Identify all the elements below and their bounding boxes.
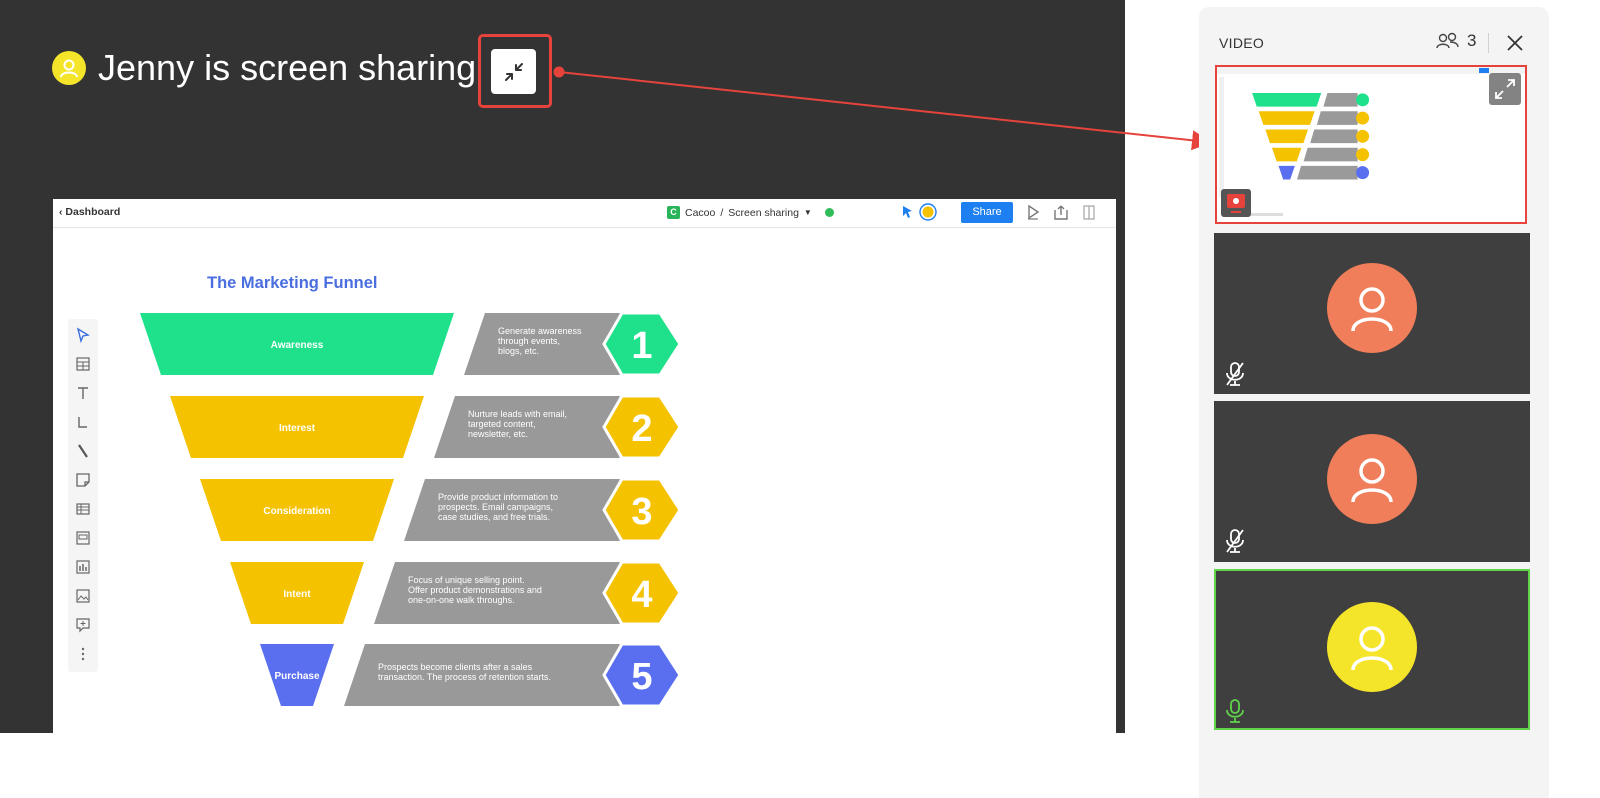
sharer-avatar (52, 51, 86, 85)
participants-icon (1436, 32, 1459, 49)
funnel-stage-description: prospects. Email campaigns, (438, 502, 553, 512)
funnel-stage-description: Generate awareness (498, 326, 582, 336)
user-icon (1351, 626, 1393, 671)
funnel-step-number: 5 (631, 656, 652, 698)
funnel-stage-description: blogs, etc. (498, 346, 539, 356)
thumbnail-funnel-description (1316, 111, 1358, 125)
funnel-stage[interactable]: Interest Nurture leads with email,targete… (170, 394, 682, 460)
funnel-stage[interactable]: Consideration Provide product information… (200, 477, 682, 543)
thumbnail-funnel-number (1356, 166, 1370, 180)
screen-share-stage: Jenny is screen sharing ‹ Dashboard C Ca… (0, 0, 1125, 733)
funnel-stage-description: through events, (498, 336, 560, 346)
funnel-stage-label: Intent (283, 589, 311, 600)
funnel-step-number: 1 (631, 325, 652, 367)
video-panel-title: VIDEO (1219, 35, 1265, 51)
funnel-stage-description: Prospects become clients after a sales (378, 662, 533, 672)
funnel-step-number: 4 (631, 574, 652, 616)
thumbnail-funnel-stage (1252, 93, 1322, 107)
close-icon[interactable] (1505, 33, 1525, 53)
funnel-stage-description: Focus of unique selling point. (408, 575, 525, 585)
sharer-name: Jenny (98, 47, 195, 88)
funnel-stage-label: Consideration (263, 506, 330, 517)
participant-tile[interactable] (1214, 401, 1530, 562)
thumbnail-funnel-description (1297, 165, 1358, 180)
thumbnail-funnel-description (1323, 93, 1358, 107)
participant-avatar (1327, 602, 1417, 692)
funnel-stage-description: Provide product information to (438, 492, 558, 502)
participant-tile-active-speaker[interactable] (1214, 569, 1530, 730)
funnel-step-number: 3 (631, 491, 652, 533)
header-divider (1488, 33, 1489, 53)
minimize-icon (504, 62, 523, 81)
thumbnail-funnel-stage (1271, 147, 1302, 162)
funnel-stage-label: Awareness (271, 340, 324, 351)
funnel-stage-description: one-on-one walk throughs. (408, 595, 515, 605)
screen-share-badge (1221, 189, 1251, 217)
user-icon (1351, 458, 1393, 503)
screen-share-icon (1227, 194, 1245, 213)
funnel-stage-label: Purchase (274, 671, 319, 682)
user-icon (60, 59, 78, 78)
funnel-step-number: 2 (631, 408, 652, 450)
thumbnail-funnel-stage (1278, 165, 1295, 180)
participant-avatar (1327, 263, 1417, 353)
thumbnail-funnel-stage (1258, 111, 1315, 125)
funnel-stage-description: targeted content, (468, 419, 536, 429)
thumbnail-funnel-number (1356, 111, 1370, 125)
funnel-stage-label: Interest (279, 423, 316, 434)
participant-avatar (1327, 434, 1417, 524)
funnel-stage-description: Offer product demonstrations and (408, 585, 542, 595)
thumbnail-expand-button[interactable] (1489, 73, 1521, 105)
shared-app-window: ‹ Dashboard C Cacoo / Screen sharing ▼ S… (53, 199, 1116, 733)
funnel-stage-description: transaction. The process of retention st… (378, 672, 551, 682)
thumbnail-funnel-number (1356, 148, 1370, 162)
funnel-stage-description: case studies, and free trials. (438, 512, 550, 522)
user-icon (1351, 287, 1393, 332)
thumbnail-funnel-description (1310, 129, 1358, 144)
screen-share-thumbnail[interactable] (1215, 65, 1527, 224)
thumbnail-funnel-number (1356, 93, 1370, 107)
thumbnail-funnel-description (1303, 147, 1358, 162)
video-panel: VIDEO 3 (1199, 7, 1549, 798)
marketing-funnel-diagram: Awareness Generate awarenessthrough event… (140, 311, 682, 708)
thumbnail-preview (1217, 67, 1525, 216)
mic-muted-icon (1226, 529, 1244, 553)
screen-sharing-status: Jenny is screen sharing (52, 45, 476, 91)
thumbnail-funnel-stage (1265, 129, 1309, 144)
expand-icon (1495, 79, 1515, 99)
mic-active-icon (1226, 699, 1244, 723)
funnel-stage[interactable]: Awareness Generate awarenessthrough event… (140, 311, 682, 377)
funnel-stage-description: newsletter, etc. (468, 429, 528, 439)
sharing-text: is screen sharing (204, 47, 477, 88)
participant-count-value: 3 (1467, 31, 1477, 50)
funnel-stage-description: Nurture leads with email, (468, 409, 567, 419)
participant-count[interactable]: 3 (1435, 31, 1476, 51)
mic-muted-icon (1226, 362, 1244, 386)
funnel-stage[interactable]: Intent Focus of unique selling point.Offe… (230, 560, 682, 626)
participant-tile[interactable] (1214, 233, 1530, 394)
thumbnail-funnel-number (1356, 129, 1370, 143)
minimize-button[interactable] (491, 49, 536, 94)
funnel-stage[interactable]: Purchase Prospects become clients after a… (260, 642, 682, 708)
